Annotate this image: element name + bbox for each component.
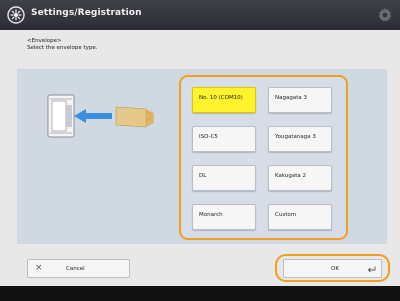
settings-registration-icon xyxy=(7,6,25,24)
instruction-text: Select the envelope type. xyxy=(27,45,98,51)
ok-button[interactable]: OK xyxy=(283,259,382,278)
envelope-option-dl[interactable]: DL xyxy=(192,165,256,191)
close-icon: × xyxy=(35,263,43,273)
page-title: Settings/Registration xyxy=(31,8,142,18)
enter-icon xyxy=(367,266,376,273)
envelope-option-kakugata-2[interactable]: Kakugata 2 xyxy=(268,165,332,191)
instruction-category: <Envelope> xyxy=(27,38,62,44)
envelope-option-yougatanaga-3[interactable]: Yougatanaga 3 xyxy=(268,126,332,152)
instruction: <Envelope> Select the envelope type. xyxy=(27,38,98,52)
title-bar: Settings/Registration xyxy=(0,0,400,30)
envelope-option-nagagata-3[interactable]: Nagagata 3 xyxy=(268,87,332,113)
envelope-feed-illustration xyxy=(47,94,154,138)
cancel-button[interactable]: × Cancel xyxy=(27,259,130,278)
envelope-option-custom[interactable]: Custom xyxy=(268,204,332,230)
envelope-option-no10-com10[interactable]: No. 10 (COM10) xyxy=(192,87,256,113)
bottom-bar xyxy=(0,286,400,301)
envelope-option-monarch[interactable]: Monarch xyxy=(192,204,256,230)
gear-icon[interactable] xyxy=(377,7,393,23)
cancel-label: Cancel xyxy=(66,266,85,272)
envelope-option-iso-c5[interactable]: ISO-C5 xyxy=(192,126,256,152)
ok-label: OK xyxy=(331,266,339,272)
content-area: <Envelope> Select the envelope type. No.… xyxy=(0,30,400,286)
